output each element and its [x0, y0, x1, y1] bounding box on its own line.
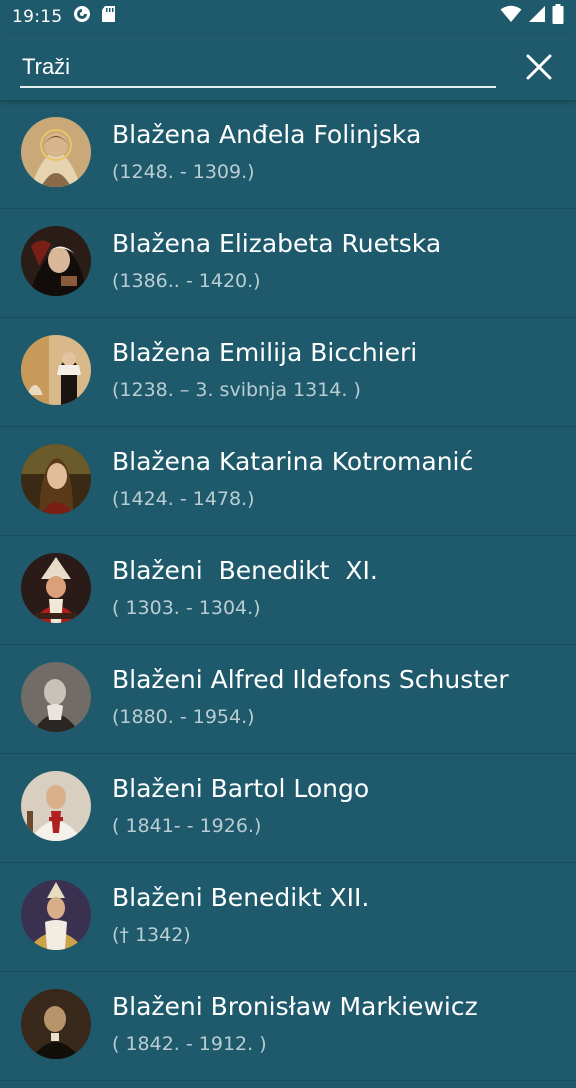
avatar	[21, 989, 91, 1059]
list-item[interactable]: Blaženi Benedikt XII. († 1342)	[0, 863, 576, 972]
item-name: Blažena Emilija Bicchieri	[112, 338, 418, 367]
item-dates: ( 1841- - 1926.)	[112, 815, 262, 837]
close-icon	[526, 54, 552, 80]
status-bar: 19:15	[0, 0, 576, 34]
list-item[interactable]: Blaženi Alfred Ildefons Schuster (1880. …	[0, 645, 576, 754]
item-name: Blaženi Benedikt XI.	[112, 556, 378, 585]
item-name: Blažena Katarina Kotromanić	[112, 447, 474, 476]
item-name: Blaženi Bartol Longo	[112, 774, 370, 803]
item-text: Blažena Anđela Folinjska (1248. - 1309.)	[112, 118, 568, 186]
list-item[interactable]: Blažena Anđela Folinjska (1248. - 1309.)	[0, 100, 576, 209]
list-item[interactable]: Blažena Elizabeta Ruetska (1386.. - 1420…	[0, 209, 576, 318]
avatar	[21, 771, 91, 841]
status-left: 19:15	[12, 5, 116, 29]
avatar	[21, 553, 91, 623]
status-time: 19:15	[12, 7, 63, 27]
item-name: Blaženi Bronisław Markiewicz	[112, 992, 478, 1021]
avatar	[21, 226, 91, 296]
list-item[interactable]: Blaženi Benedikt XI. ( 1303. - 1304.)	[0, 536, 576, 645]
item-dates: (1238. – 3. svibnja 1314. )	[112, 379, 361, 401]
list-item[interactable]: Blaženi Bartol Longo ( 1841- - 1926.)	[0, 754, 576, 863]
item-name: Blaženi Benedikt XII.	[112, 883, 370, 912]
item-dates: (1424. - 1478.)	[112, 488, 255, 510]
sd-card-icon	[101, 5, 116, 29]
search-toolbar	[0, 34, 576, 100]
item-name: Blaženi Alfred Ildefons Schuster	[112, 665, 509, 694]
item-dates: (1386.. - 1420.)	[112, 270, 261, 292]
item-dates: ( 1303. - 1304.)	[112, 597, 261, 619]
avatar	[21, 335, 91, 405]
close-button[interactable]	[518, 46, 560, 88]
item-dates: (1880. - 1954.)	[112, 706, 255, 728]
item-name: Blažena Anđela Folinjska	[112, 120, 422, 149]
list-item[interactable]: Blažena Katarina Kotromanić (1424. - 147…	[0, 427, 576, 536]
item-text: Blažena Katarina Kotromanić (1424. - 147…	[112, 445, 568, 513]
item-text: Blaženi Benedikt XI. ( 1303. - 1304.)	[112, 554, 568, 622]
item-dates: († 1342)	[112, 924, 191, 946]
item-text: Blaženi Benedikt XII. († 1342)	[112, 881, 568, 949]
avatar	[21, 662, 91, 732]
item-text: Blaženi Bartol Longo ( 1841- - 1926.)	[112, 772, 568, 840]
list-item[interactable]: Blaženi Bronisław Markiewicz ( 1842. - 1…	[0, 972, 576, 1081]
list-item[interactable]: Blažena Emilija Bicchieri (1238. – 3. sv…	[0, 318, 576, 427]
status-right	[500, 4, 564, 30]
wifi-icon	[500, 5, 522, 29]
search-input[interactable]	[20, 48, 496, 88]
item-dates: ( 1842. - 1912. )	[112, 1033, 267, 1055]
item-dates: (1248. - 1309.)	[112, 161, 255, 183]
item-text: Blažena Elizabeta Ruetska (1386.. - 1420…	[112, 227, 568, 295]
item-text: Blaženi Bronisław Markiewicz ( 1842. - 1…	[112, 990, 568, 1058]
avatar	[21, 117, 91, 187]
item-text: Blaženi Alfred Ildefons Schuster (1880. …	[112, 663, 568, 731]
sync-icon	[73, 5, 91, 29]
item-text: Blažena Emilija Bicchieri (1238. – 3. sv…	[112, 336, 568, 404]
saints-list: Blažena Anđela Folinjska (1248. - 1309.)…	[0, 100, 576, 1081]
signal-icon	[528, 5, 546, 29]
battery-icon	[552, 4, 564, 30]
avatar	[21, 880, 91, 950]
item-name: Blažena Elizabeta Ruetska	[112, 229, 442, 258]
avatar	[21, 444, 91, 514]
